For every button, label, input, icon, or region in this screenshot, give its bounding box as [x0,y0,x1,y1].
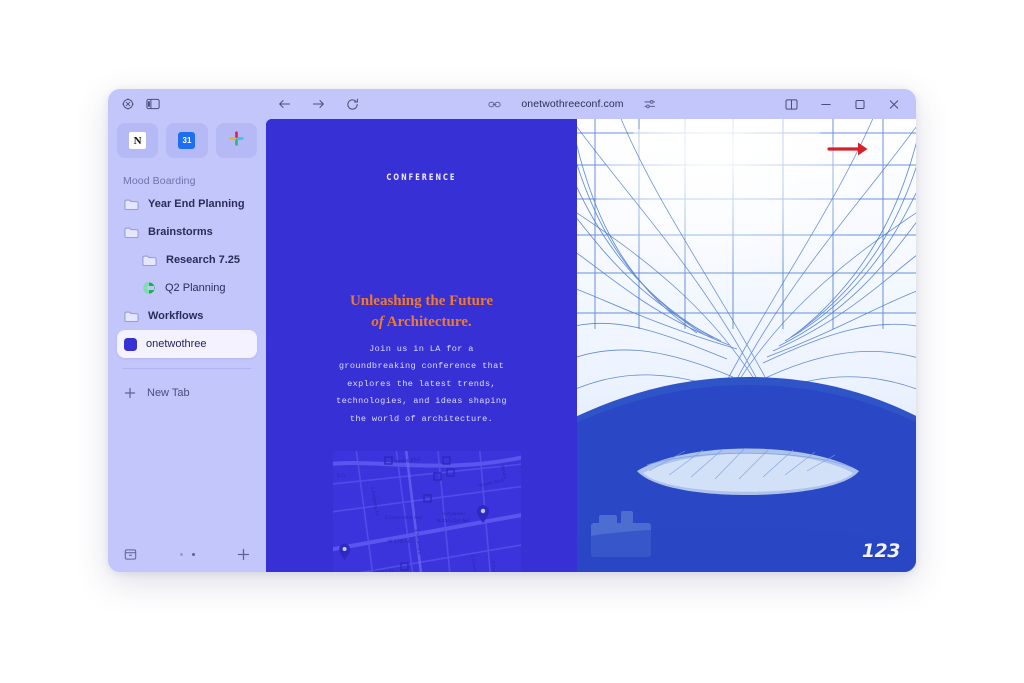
url-text[interactable]: onetwothreeconf.com [521,98,623,110]
indicator-dot [191,552,195,556]
body-line: groundbreaking conference that [338,361,505,372]
sidebar-divider [123,368,251,369]
sidebar-item-onetwothree[interactable]: onetwothree [117,330,257,358]
notion-icon: N [129,132,147,149]
indicator-dot [179,552,183,556]
body-line: Join us in LA for a [369,344,474,354]
photo-logo: 123 [861,540,901,562]
sidebar-footer [108,536,266,572]
svg-text:Hollywood: Hollywood [442,511,465,517]
sidebar-item-label: Workflows [148,310,204,322]
sidebar: N 31 Mood Boarding Year End Planning Bra… [108,119,266,572]
browser-window: onetwothreeconf.com N 31 Mood Boarding Y… [108,89,916,572]
page-eyebrow: CONFERENCE [386,173,457,183]
navigation-controls [266,98,359,111]
new-tab-button[interactable]: New Tab [117,379,257,407]
sidebar-item-label: Research 7.25 [166,254,240,266]
sidebar-item-label: onetwothree [146,338,207,350]
screen: onetwothreeconf.com N 31 Mood Boarding Y… [0,0,1024,683]
minimize-icon[interactable] [820,99,832,110]
app-shortcuts: N 31 [117,123,257,158]
notion-app-shortcut[interactable]: N [117,123,159,158]
sidebar-item-workflows[interactable]: Workflows [117,302,257,330]
svg-text:S Cl: S Cl [337,473,345,479]
headline-line-2: Architecture. [386,314,472,331]
sidebar-item-label: Brainstorms [148,226,213,238]
new-tab-label: New Tab [147,387,190,399]
hero-text-pane: CONFERENCE Unleashing the Future of Arch… [266,119,577,572]
folder-icon [124,310,139,323]
sidebar-item-research-725[interactable]: Research 7.25 [117,246,257,274]
split-view-icon[interactable] [785,98,798,110]
maximize-icon[interactable] [854,99,866,110]
forward-arrow-icon[interactable] [312,98,325,110]
web-content: CONFERENCE Unleashing the Future of Arch… [266,119,916,572]
compass-icon[interactable] [121,97,135,111]
sidebar-toggle-icon[interactable] [146,98,160,110]
slack-icon [228,130,245,152]
page-indicator-dots [179,552,195,556]
close-icon[interactable] [888,99,900,110]
sidebar-item-year-end-planning[interactable]: Year End Planning [117,190,257,218]
venue-map[interactable]: Venice Blvd Venice Blvd S Cl S Cloverdal… [333,451,521,572]
sidebar-item-q2-planning[interactable]: Q2 Planning [117,274,257,302]
sidebar-item-brainstorms[interactable]: Brainstorms [117,218,257,246]
calendar-app-shortcut[interactable]: 31 [166,123,208,158]
toolbar-left-group [108,97,266,111]
sidebar-item-label: Year End Planning [148,198,245,210]
body-line: the world of architecture. [349,413,494,424]
square-favicon [124,337,137,351]
page-headline: Unleashing the Future of Architecture. [266,291,577,334]
folder-icon [124,198,139,211]
address-bar[interactable]: onetwothreeconf.com [359,98,785,110]
folder-icon [142,254,157,267]
svg-text:Notary Dot Net: Notary Dot Net [437,518,470,524]
link-icon [488,100,501,109]
window-controls [785,98,916,110]
page-body-text: Join us in LA for a groundbreaking confe… [266,341,577,428]
page-settings-icon[interactable] [644,99,656,110]
svg-text:W 17th St: W 17th St [388,539,410,545]
circle-c-icon [142,281,156,295]
add-space-button[interactable] [237,548,250,561]
sidebar-section-label: Mood Boarding [123,175,196,187]
calendar-icon: 31 [178,132,196,149]
reload-icon[interactable] [346,98,359,111]
headline-emphasis: of [371,314,384,331]
folder-icon [124,226,139,239]
svg-text:Saturn St: Saturn St [373,569,394,572]
architecture-gridshell-photo: 123 [577,119,916,572]
body-line: explores the latest trends, [347,378,496,389]
sidebar-item-label: Q2 Planning [165,282,226,294]
slack-app-shortcut[interactable] [215,123,257,158]
headline-line-1: Unleashing the Future [349,293,494,309]
archive-icon[interactable] [124,548,137,561]
plus-icon [124,387,136,399]
body-line: technologies, and ideas shaping [336,396,507,407]
browser-toolbar: onetwothreeconf.com [108,89,916,119]
back-arrow-icon[interactable] [278,98,291,110]
svg-text:S Cloverdale Ave: S Cloverdale Ave [385,515,422,521]
